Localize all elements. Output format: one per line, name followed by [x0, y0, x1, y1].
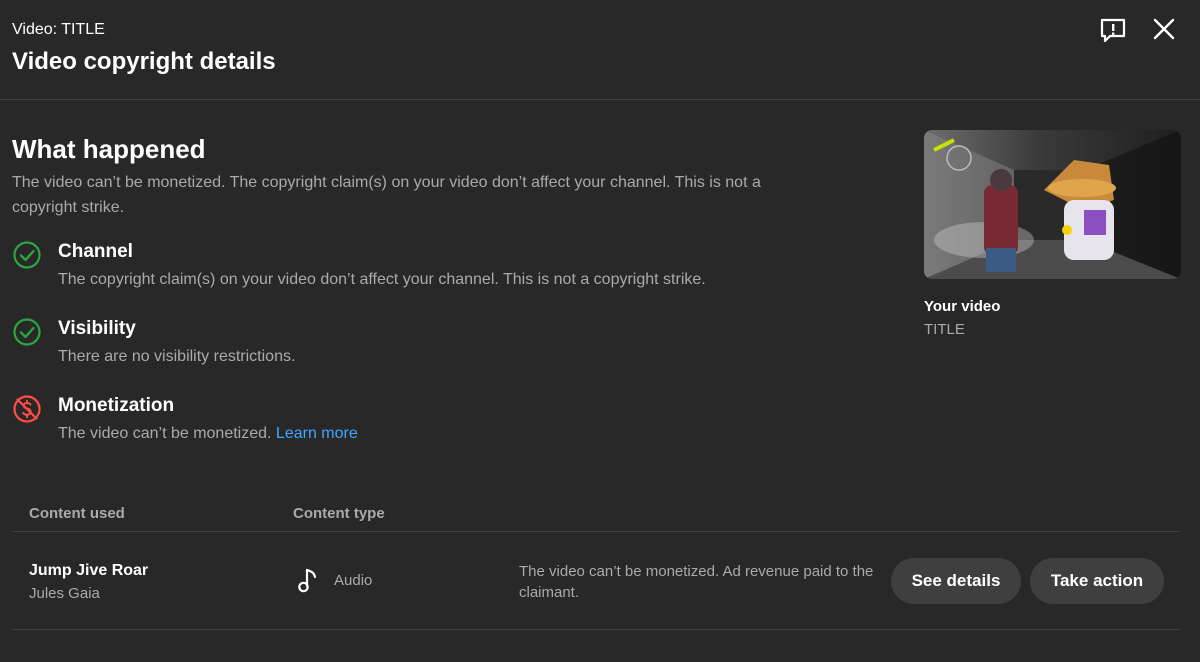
status-visibility: Visibility There are no visibility restr…	[12, 317, 872, 377]
close-button[interactable]	[1146, 11, 1182, 47]
thumbnail-image	[924, 130, 1181, 279]
song-artist: Jules Gaia	[29, 585, 100, 602]
dialog-header: Video: TITLE Video copyright details	[0, 0, 1200, 100]
see-details-button[interactable]: See details	[891, 558, 1021, 604]
table-header: Content used Content type	[12, 494, 1180, 532]
close-icon	[1153, 18, 1175, 40]
copyright-details-dialog: Video: TITLE Video copyright details Wha…	[0, 0, 1200, 662]
content-type-label: Audio	[334, 572, 373, 589]
status-title: Channel	[58, 241, 133, 262]
demonetized-icon	[13, 395, 41, 423]
your-video-label: Your video	[924, 298, 1001, 315]
video-thumbnail[interactable]	[924, 130, 1181, 279]
column-content-used: Content used	[29, 505, 125, 522]
feedback-button[interactable]	[1095, 13, 1131, 49]
video-title: TITLE	[924, 321, 965, 338]
dialog-title: Video copyright details	[12, 48, 276, 75]
claim-status: The video can’t be monetized. Ad revenue…	[519, 563, 874, 601]
check-circle-icon	[13, 241, 41, 269]
what-happened-title: What happened	[12, 134, 206, 164]
status-description: The copyright claim(s) on your video don…	[58, 271, 706, 288]
status-description-text: The video can’t be monetized.	[58, 425, 272, 442]
status-title: Visibility	[58, 318, 136, 339]
take-action-button[interactable]: Take action	[1030, 558, 1164, 604]
music-note-icon	[298, 568, 317, 593]
learn-more-link[interactable]: Learn more	[276, 425, 358, 442]
check-circle-icon	[13, 318, 41, 346]
column-content-type: Content type	[293, 505, 385, 522]
status-channel: Channel The copyright claim(s) on your v…	[12, 240, 872, 300]
status-description: The video can’t be monetized. Learn more	[58, 425, 358, 443]
what-happened-description: The video can’t be monetized. The copyri…	[12, 174, 761, 216]
status-description: There are no visibility restrictions.	[58, 348, 296, 365]
status-title: Monetization	[58, 395, 175, 416]
song-title: Jump Jive Roar	[29, 562, 149, 579]
table-row: Jump Jive Roar Jules Gaia Audio The vide…	[12, 532, 1180, 630]
video-subtitle: Video: TITLE	[12, 21, 105, 38]
feedback-icon	[1100, 18, 1126, 43]
status-monetization: Monetization The video can’t be monetize…	[12, 394, 872, 454]
